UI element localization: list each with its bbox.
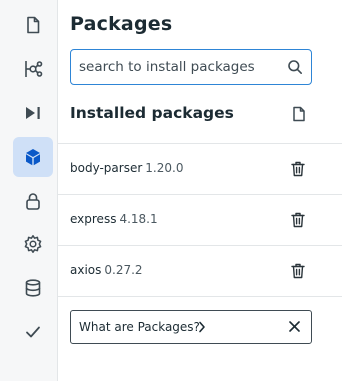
what-are-packages-callout[interactable]: What are Packages? xyxy=(70,310,312,344)
installed-packages-heading: Installed packages xyxy=(70,104,234,122)
lock-icon xyxy=(26,193,40,210)
package-cube-icon xyxy=(26,149,40,166)
package-search-input[interactable] xyxy=(79,50,275,84)
git-branch-icon xyxy=(25,61,43,77)
rail-database-button[interactable] xyxy=(13,268,53,308)
trash-icon[interactable] xyxy=(291,263,305,279)
file-icon xyxy=(27,16,40,34)
activity-rail xyxy=(0,0,58,381)
search-icon[interactable] xyxy=(287,59,303,75)
package-row-express: express 4.18.1 xyxy=(58,195,342,245)
trash-icon[interactable] xyxy=(291,212,305,228)
rail-secrets-button[interactable] xyxy=(13,181,53,221)
gear-icon xyxy=(24,235,42,253)
rail-git-button[interactable] xyxy=(13,49,53,89)
rail-run-button[interactable] xyxy=(13,93,53,133)
package-name: body-parser xyxy=(70,161,143,175)
package-search-box[interactable] xyxy=(70,49,312,85)
app-window: Packages Installed packages body-parser1… xyxy=(0,0,342,381)
package-row-axios: axios 0.27.2 xyxy=(58,246,342,296)
chevron-right-icon xyxy=(199,321,205,333)
package-version: 4.18.1 xyxy=(119,212,158,226)
close-icon[interactable] xyxy=(289,321,300,332)
divider xyxy=(58,296,342,297)
run-debug-icon xyxy=(26,107,40,119)
panel-title: Packages xyxy=(70,13,173,35)
package-name: express xyxy=(70,212,117,226)
package-file-icon[interactable] xyxy=(291,106,307,122)
check-icon xyxy=(26,326,40,338)
rail-settings-button[interactable] xyxy=(13,224,53,264)
what-are-packages-link[interactable]: What are Packages? xyxy=(79,320,200,334)
package-version: 1.20.0 xyxy=(145,161,184,175)
database-icon xyxy=(25,279,41,297)
package-row-body-parser: body-parser 1.20.0 xyxy=(58,144,342,194)
package-name: axios xyxy=(70,263,102,277)
trash-icon[interactable] xyxy=(291,161,305,177)
packages-panel: Packages Installed packages body-parser1… xyxy=(58,0,342,381)
rail-packages-button[interactable] xyxy=(13,137,53,177)
rail-files-button[interactable] xyxy=(13,5,53,45)
package-version: 0.27.2 xyxy=(104,263,143,277)
rail-checks-button[interactable] xyxy=(13,312,53,352)
